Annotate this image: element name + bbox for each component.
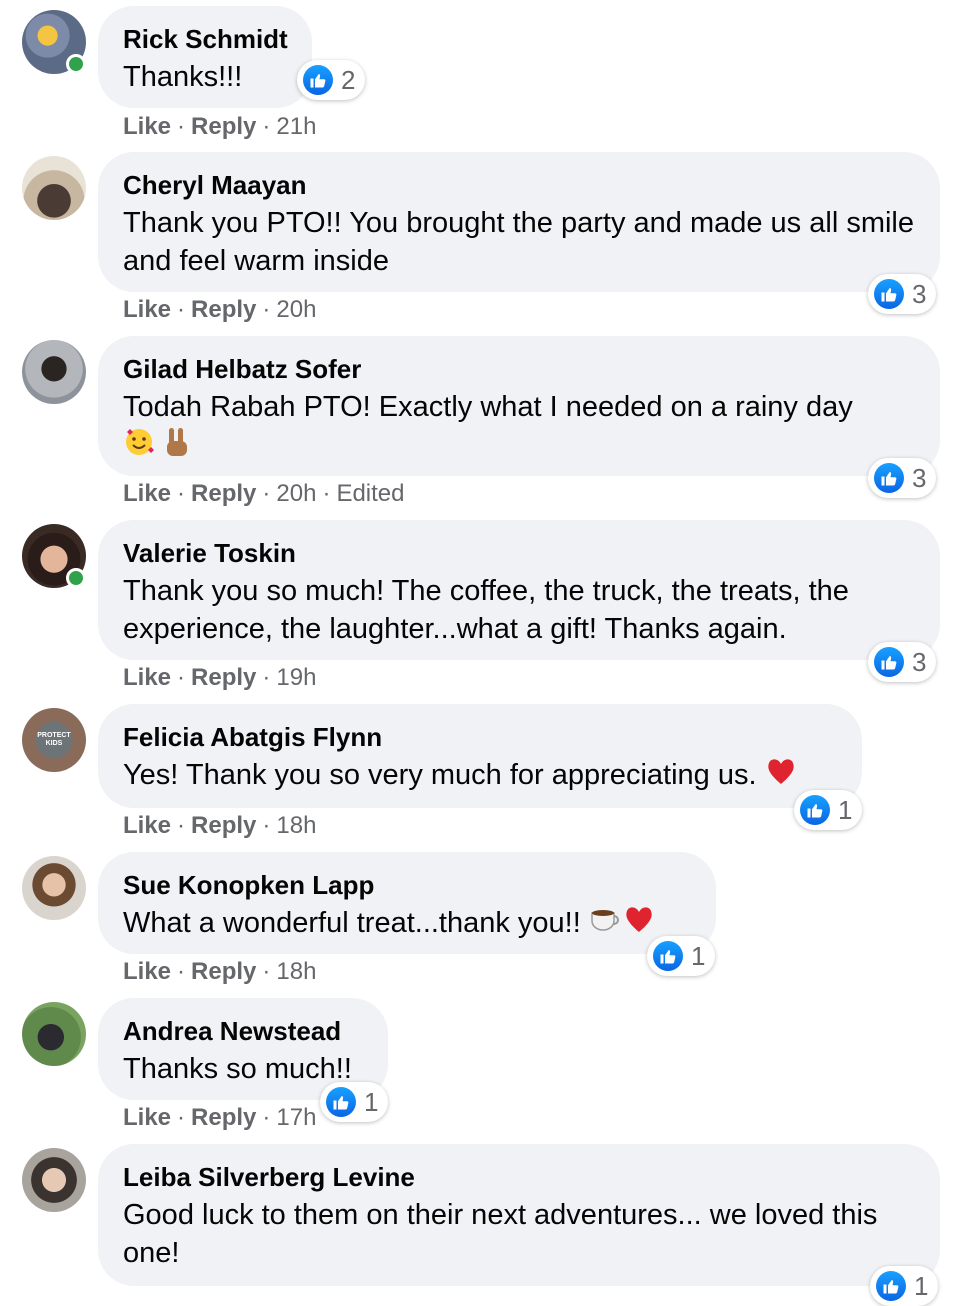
timestamp[interactable]: 17h — [276, 1104, 316, 1131]
reply-link[interactable]: Reply — [191, 812, 256, 839]
victory-hand-emoji — [163, 426, 191, 468]
like-link[interactable]: Like — [123, 296, 171, 323]
comment-bubble: Leiba Silverberg Levine Good luck to the… — [98, 1144, 940, 1286]
comment: Cheryl Maayan Thank you PTO!! You brough… — [0, 150, 978, 334]
coffee-emoji — [589, 905, 623, 943]
red-heart-emoji — [623, 904, 655, 944]
reaction-count: 1 — [364, 1086, 379, 1117]
like-icon — [800, 795, 830, 825]
like-icon — [326, 1087, 356, 1117]
comment-actions: Like · Reply · 17h — [123, 1104, 317, 1131]
comment: Andrea Newstead Thanks so much!! 1 Like ·… — [0, 996, 978, 1142]
reaction-count: 3 — [912, 278, 927, 309]
comment-author[interactable]: Cheryl Maayan — [123, 170, 915, 200]
reply-link[interactable]: Reply — [191, 480, 256, 507]
comment-bubble: Sue Konopken Lapp What a wonderful treat… — [98, 852, 716, 954]
like-icon — [303, 65, 333, 95]
like-icon — [874, 279, 904, 309]
timestamp[interactable]: 20h — [276, 480, 316, 507]
reaction-badge[interactable]: 3 — [868, 274, 937, 314]
avatar-text: PROTECT KIDS — [37, 732, 71, 747]
comment: Leiba Silverberg Levine Good luck to the… — [0, 1142, 978, 1306]
comment-actions: Like · Reply · 18h — [123, 812, 317, 839]
like-icon — [653, 941, 683, 971]
comment-text: Thanks so much!! — [123, 1053, 352, 1085]
reaction-badge[interactable]: 2 — [297, 60, 366, 100]
reaction-badge[interactable]: 3 — [868, 642, 937, 682]
comment-author[interactable]: Leiba Silverberg Levine — [123, 1162, 915, 1192]
comment-actions: Like · Reply · 18h — [123, 958, 317, 985]
comment-author[interactable]: Sue Konopken Lapp — [123, 870, 691, 900]
avatar[interactable] — [22, 856, 86, 920]
comment-author[interactable]: Andrea Newstead — [123, 1016, 363, 1046]
like-icon — [874, 463, 904, 493]
comment-text: Yes! Thank you so very much for apprecia… — [123, 756, 837, 796]
comment: PROTECT KIDS Felicia Abatgis Flynn Yes! … — [0, 702, 978, 850]
comment-text: Thank you so much! The coffee, the truck… — [123, 575, 849, 645]
reply-link[interactable]: Reply — [191, 113, 256, 140]
timestamp[interactable]: 19h — [276, 664, 316, 691]
reaction-count: 3 — [912, 646, 927, 677]
reaction-count: 1 — [838, 794, 853, 825]
reply-link[interactable]: Reply — [191, 1104, 256, 1131]
reaction-count: 1 — [914, 1270, 929, 1301]
comment-text: Good luck to them on their next adventur… — [123, 1199, 878, 1269]
comment-author[interactable]: Felicia Abatgis Flynn — [123, 722, 837, 752]
reply-link[interactable]: Reply — [191, 296, 256, 323]
timestamp[interactable]: 18h — [276, 958, 316, 985]
comment-actions: Like · Reply · 20h · Edited — [123, 480, 405, 507]
comment-actions: Like · Reply · 19h — [123, 664, 317, 691]
reply-link[interactable]: Reply — [191, 664, 256, 691]
comment-bubble: Rick Schmidt Thanks!!! — [98, 6, 312, 108]
timestamp[interactable]: 20h — [276, 296, 316, 323]
comment: Valerie Toskin Thank you so much! The co… — [0, 518, 978, 702]
avatar[interactable] — [22, 1148, 86, 1212]
timestamp[interactable]: 21h — [276, 113, 316, 140]
like-link[interactable]: Like — [123, 113, 171, 140]
like-icon — [876, 1271, 906, 1301]
like-link[interactable]: Like — [123, 1104, 171, 1131]
online-status-dot — [66, 54, 86, 74]
avatar[interactable] — [22, 340, 86, 404]
red-heart-emoji — [765, 756, 797, 796]
reaction-count: 3 — [912, 462, 927, 493]
like-link[interactable]: Like — [123, 480, 171, 507]
comment-author[interactable]: Rick Schmidt — [123, 24, 288, 54]
avatar[interactable] — [22, 1002, 86, 1066]
reaction-count: 2 — [341, 64, 356, 95]
reaction-badge[interactable]: 1 — [870, 1266, 939, 1306]
comment-text: Thanks!!! — [123, 61, 243, 93]
like-link[interactable]: Like — [123, 812, 171, 839]
comment-author[interactable]: Gilad Helbatz Sofer — [123, 354, 915, 384]
comment-text: Thank you PTO!! You brought the party an… — [123, 207, 914, 277]
reply-link[interactable]: Reply — [191, 958, 256, 985]
avatar[interactable]: PROTECT KIDS — [22, 708, 86, 772]
comment: Rick Schmidt Thanks!!! 2 Like · Reply · 21h — [0, 0, 978, 150]
edited-label[interactable]: Edited — [336, 480, 404, 507]
comment-author[interactable]: Valerie Toskin — [123, 538, 915, 568]
reaction-badge[interactable]: 1 — [794, 790, 863, 830]
reaction-badge[interactable]: 1 — [320, 1082, 389, 1122]
smiling-face-with-hearts-emoji — [123, 426, 155, 468]
comment-text: Todah Rabah PTO! Exactly what I needed o… — [123, 388, 915, 468]
comment-bubble: Gilad Helbatz Sofer Todah Rabah PTO! Exa… — [98, 336, 940, 476]
reaction-badge[interactable]: 1 — [647, 936, 716, 976]
like-link[interactable]: Like — [123, 664, 171, 691]
reaction-badge[interactable]: 3 — [868, 458, 937, 498]
comment: Sue Konopken Lapp What a wonderful treat… — [0, 850, 978, 996]
reaction-count: 1 — [691, 940, 706, 971]
timestamp[interactable]: 18h — [276, 812, 316, 839]
comment-bubble: Cheryl Maayan Thank you PTO!! You brough… — [98, 152, 940, 292]
comment-actions: Like · Reply · 20h — [123, 296, 317, 323]
like-icon — [874, 647, 904, 677]
avatar[interactable] — [22, 156, 86, 220]
comment-bubble: Valerie Toskin Thank you so much! The co… — [98, 520, 940, 660]
comment-text: What a wonderful treat...thank you!! — [123, 904, 691, 944]
comment-actions: Like · Reply · 21h — [123, 113, 317, 140]
comment: Gilad Helbatz Sofer Todah Rabah PTO! Exa… — [0, 334, 978, 518]
like-link[interactable]: Like — [123, 958, 171, 985]
online-status-dot — [66, 568, 86, 588]
comment-bubble: Felicia Abatgis Flynn Yes! Thank you so … — [98, 704, 862, 808]
